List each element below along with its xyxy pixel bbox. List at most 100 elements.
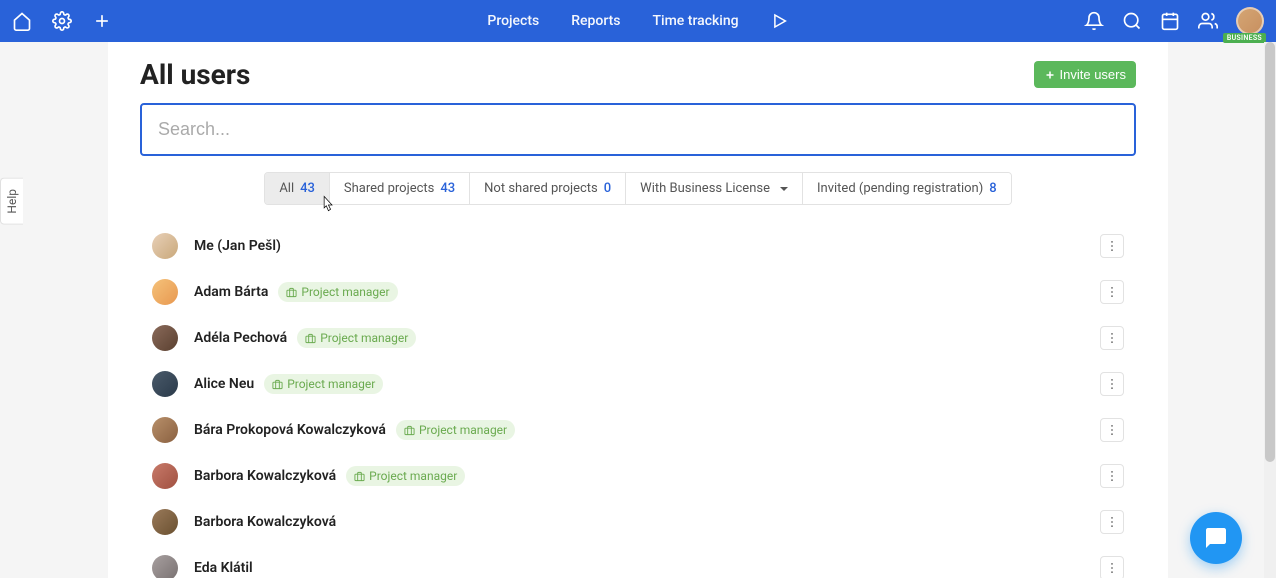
briefcase-icon (354, 471, 365, 482)
topbar-right: BUSINESS (1084, 7, 1264, 35)
user-name: Adéla Pechová (194, 330, 287, 346)
role-badge: Project manager (278, 282, 397, 302)
filter-label: Invited (pending registration) (817, 181, 983, 196)
chat-icon (1204, 526, 1228, 550)
scrollbar-thumb[interactable] (1265, 42, 1275, 462)
briefcase-icon (305, 333, 316, 344)
topbar-nav: Projects Reports Time tracking (487, 12, 788, 30)
user-info: Alice Neu Project manager (194, 374, 383, 394)
kebab-menu[interactable] (1100, 418, 1124, 442)
avatar (152, 279, 178, 305)
kebab-menu[interactable] (1100, 280, 1124, 304)
people-icon[interactable] (1198, 11, 1218, 31)
user-row: Alice Neu Project manager (140, 361, 1136, 407)
briefcase-icon (286, 287, 297, 298)
filter-label: Shared projects (344, 181, 434, 196)
kebab-menu[interactable] (1100, 510, 1124, 534)
user-info: Adam Bárta Project manager (194, 282, 398, 302)
user-name: Alice Neu (194, 376, 254, 392)
topbar-left (12, 11, 112, 31)
header-row: All users Invite users (140, 58, 1136, 103)
filter-count: 43 (440, 181, 455, 196)
user-row: Adéla Pechová Project manager (140, 315, 1136, 361)
user-row: Barbora Kowalczyková Project manager (140, 453, 1136, 499)
briefcase-icon (404, 425, 415, 436)
kebab-icon (1105, 423, 1119, 437)
avatar (1236, 7, 1264, 35)
user-info: Barbora Kowalczyková (194, 514, 336, 530)
kebab-icon (1105, 239, 1119, 253)
filter-count: 8 (989, 181, 996, 196)
nav-reports[interactable]: Reports (571, 13, 620, 29)
user-list: Me (Jan Pešl)Adam BártaProject managerAd… (140, 223, 1136, 578)
role-label: Project manager (369, 469, 457, 483)
avatar (152, 417, 178, 443)
user-row: Barbora Kowalczyková (140, 499, 1136, 545)
user-name: Adam Bárta (194, 284, 268, 300)
plus-icon[interactable] (92, 11, 112, 31)
filter-invited[interactable]: Invited (pending registration) 8 (803, 173, 1011, 204)
filter-count: 43 (300, 181, 315, 196)
invite-users-button[interactable]: Invite users (1034, 61, 1136, 88)
home-icon[interactable] (12, 11, 32, 31)
briefcase-icon (272, 379, 283, 390)
kebab-icon (1105, 377, 1119, 391)
role-label: Project manager (320, 331, 408, 345)
kebab-icon (1105, 515, 1119, 529)
avatar (152, 233, 178, 259)
avatar (152, 509, 178, 535)
search-icon[interactable] (1122, 11, 1142, 31)
kebab-menu[interactable] (1100, 464, 1124, 488)
nav-time-tracking[interactable]: Time tracking (653, 13, 739, 29)
filter-shared[interactable]: Shared projects 43 (330, 173, 470, 204)
kebab-menu[interactable] (1100, 372, 1124, 396)
filter-label: With Business License (640, 181, 770, 196)
user-name: Barbora Kowalczyková (194, 468, 336, 484)
kebab-menu[interactable] (1100, 326, 1124, 350)
user-info: Adéla Pechová Project manager (194, 328, 416, 348)
role-badge: Project manager (264, 374, 383, 394)
user-menu[interactable]: BUSINESS (1236, 7, 1264, 35)
user-row: Eda Klátil (140, 545, 1136, 578)
nav-projects[interactable]: Projects (487, 13, 539, 29)
role-badge: Project manager (396, 420, 515, 440)
search-input[interactable] (158, 119, 1118, 140)
kebab-menu[interactable] (1100, 556, 1124, 578)
user-name: Eda Klátil (194, 560, 253, 576)
filter-not-shared[interactable]: Not shared projects 0 (470, 173, 626, 204)
filter-license[interactable]: With Business License (626, 173, 803, 204)
avatar (152, 555, 178, 578)
avatar (152, 463, 178, 489)
kebab-icon (1105, 561, 1119, 575)
avatar (152, 325, 178, 351)
role-badge: Project manager (346, 466, 465, 486)
filter-count: 0 (604, 181, 611, 196)
topbar: Projects Reports Time tracking BUSINESS (0, 0, 1276, 42)
kebab-icon (1105, 285, 1119, 299)
help-tab[interactable]: Help (0, 178, 23, 225)
role-label: Project manager (419, 423, 507, 437)
user-row: Me (Jan Pešl) (140, 223, 1136, 269)
role-label: Project manager (301, 285, 389, 299)
calendar-icon[interactable] (1160, 11, 1180, 31)
chevron-down-icon (780, 187, 788, 191)
scrollbar[interactable] (1264, 42, 1276, 578)
chat-button[interactable] (1190, 512, 1242, 564)
filter-tabs: All 43 Shared projects 43 Not shared pro… (140, 172, 1136, 205)
gear-icon[interactable] (52, 11, 72, 31)
filter-all[interactable]: All 43 (265, 173, 330, 204)
invite-label: Invite users (1060, 67, 1126, 82)
user-info: Bára Prokopová KowalczykováProject manag… (194, 420, 515, 440)
business-badge: BUSINESS (1223, 33, 1266, 43)
play-icon[interactable] (771, 12, 789, 30)
kebab-menu[interactable] (1100, 234, 1124, 258)
role-label: Project manager (287, 377, 375, 391)
user-name: Barbora Kowalczyková (194, 514, 336, 530)
kebab-icon (1105, 331, 1119, 345)
main-content: All users Invite users All 43 Shared pro… (108, 42, 1168, 578)
plus-icon (1044, 69, 1056, 81)
bell-icon[interactable] (1084, 11, 1104, 31)
user-row: Bára Prokopová KowalczykováProject manag… (140, 407, 1136, 453)
avatar (152, 371, 178, 397)
user-info: Barbora Kowalczyková Project manager (194, 466, 465, 486)
